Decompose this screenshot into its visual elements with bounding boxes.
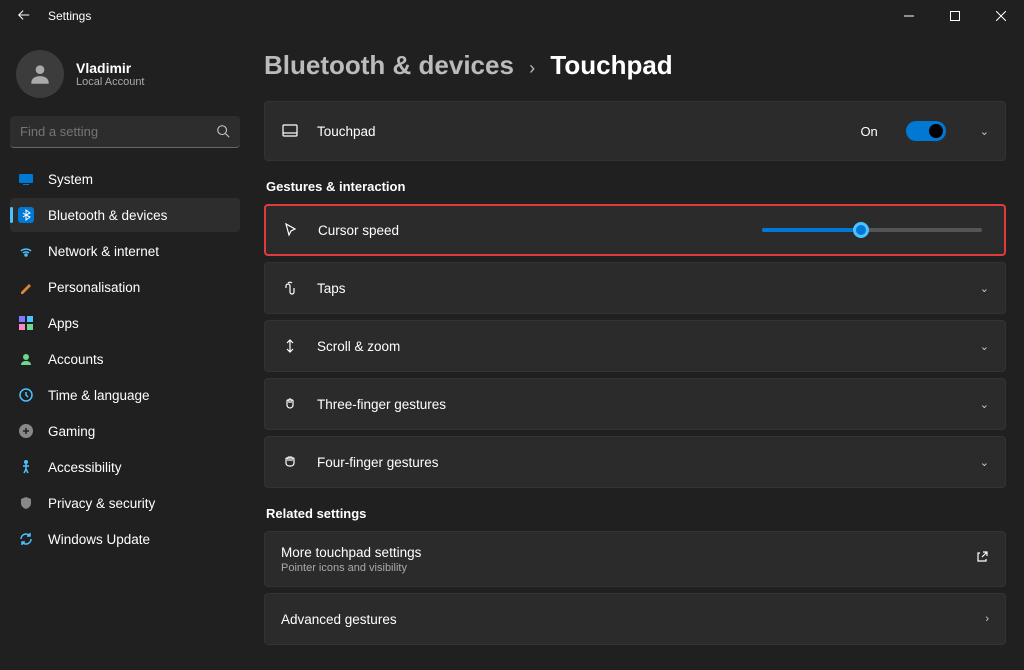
sidebar-item-label: Bluetooth & devices [48,208,167,223]
advanced-gestures-label: Advanced gestures [281,612,397,627]
three-finger-icon [281,395,299,413]
breadcrumb-current: Touchpad [550,50,672,80]
personalisation-icon [18,279,34,295]
profile-name: Vladimir [76,60,145,76]
sidebar-item-label: Personalisation [48,280,140,295]
accessibility-icon [18,459,34,475]
close-button[interactable] [978,0,1024,32]
three-finger-row[interactable]: Three-finger gestures ⌄ [264,378,1006,430]
taps-row[interactable]: Taps ⌄ [264,262,1006,314]
touchpad-icon [281,122,299,140]
sidebar-item-label: Network & internet [48,244,159,259]
sidebar-item-gaming[interactable]: Gaming [10,414,240,448]
touchpad-master-card[interactable]: Touchpad On ⌄ [264,101,1006,161]
cursor-icon [282,221,300,239]
chevron-down-icon: ⌄ [980,398,989,411]
breadcrumb-parent[interactable]: Bluetooth & devices [264,50,514,80]
sidebar-item-bluetooth[interactable]: Bluetooth & devices [10,198,240,232]
system-icon [18,171,34,187]
sidebar-item-privacy[interactable]: Privacy & security [10,486,240,520]
time-icon [18,387,34,403]
privacy-icon [18,495,34,511]
more-touchpad-sub: Pointer icons and visibility [281,562,421,574]
bluetooth-icon [18,207,34,223]
sidebar-item-label: Privacy & security [48,496,155,511]
search-input[interactable] [10,116,240,148]
four-finger-row[interactable]: Four-finger gestures ⌄ [264,436,1006,488]
nav-list: System Bluetooth & devices Network & int… [10,162,240,556]
back-button[interactable] [14,8,34,25]
sidebar: Vladimir Local Account System Bluetooth … [0,32,250,670]
profile-block[interactable]: Vladimir Local Account [10,42,240,116]
profile-type: Local Account [76,76,145,88]
taps-icon [281,279,299,297]
scroll-icon [281,337,299,355]
main-content: Bluetooth & devices › Touchpad Touchpad … [250,32,1024,670]
section-heading-related: Related settings [266,506,1006,521]
scroll-label: Scroll & zoom [317,339,400,354]
sidebar-item-personalisation[interactable]: Personalisation [10,270,240,304]
search-icon [216,124,230,143]
toggle-state-text: On [860,124,877,139]
accounts-icon [18,351,34,367]
sidebar-item-system[interactable]: System [10,162,240,196]
apps-icon [18,315,34,331]
four-finger-label: Four-finger gestures [317,455,439,470]
titlebar: Settings [0,0,1024,32]
sidebar-item-label: Time & language [48,388,150,403]
sidebar-item-accessibility[interactable]: Accessibility [10,450,240,484]
sidebar-item-label: Accounts [48,352,104,367]
network-icon [18,243,34,259]
sidebar-item-label: Gaming [48,424,95,439]
advanced-gestures-row[interactable]: Advanced gestures › [264,593,1006,645]
more-touchpad-row[interactable]: More touchpad settings Pointer icons and… [264,531,1006,587]
taps-label: Taps [317,281,346,296]
chevron-down-icon: ⌄ [980,340,989,353]
touchpad-toggle[interactable] [906,121,946,141]
more-touchpad-label: More touchpad settings [281,545,421,560]
gaming-icon [18,423,34,439]
sidebar-item-accounts[interactable]: Accounts [10,342,240,376]
chevron-right-icon: › [529,58,535,78]
maximize-button[interactable] [932,0,978,32]
cursor-speed-card[interactable]: Cursor speed [264,204,1006,256]
three-finger-label: Three-finger gestures [317,397,446,412]
search-box[interactable] [10,116,240,148]
chevron-down-icon[interactable]: ⌄ [980,125,989,138]
four-finger-icon [281,453,299,471]
sidebar-item-update[interactable]: Windows Update [10,522,240,556]
chevron-down-icon: ⌄ [980,456,989,469]
sidebar-item-time[interactable]: Time & language [10,378,240,412]
scroll-zoom-row[interactable]: Scroll & zoom ⌄ [264,320,1006,372]
update-icon [18,531,34,547]
section-heading-gestures: Gestures & interaction [266,179,1006,194]
external-link-icon [975,550,989,569]
sidebar-item-label: Accessibility [48,460,122,475]
touchpad-label: Touchpad [317,124,376,139]
cursor-speed-slider[interactable] [762,228,982,232]
window-title: Settings [48,9,91,23]
sidebar-item-label: System [48,172,93,187]
cursor-speed-label: Cursor speed [318,223,399,238]
chevron-right-icon: › [985,613,989,625]
minimize-button[interactable] [886,0,932,32]
breadcrumb: Bluetooth & devices › Touchpad [264,50,1006,81]
avatar [16,50,64,98]
sidebar-item-label: Apps [48,316,79,331]
chevron-down-icon: ⌄ [980,282,989,295]
sidebar-item-label: Windows Update [48,532,150,547]
sidebar-item-apps[interactable]: Apps [10,306,240,340]
sidebar-item-network[interactable]: Network & internet [10,234,240,268]
